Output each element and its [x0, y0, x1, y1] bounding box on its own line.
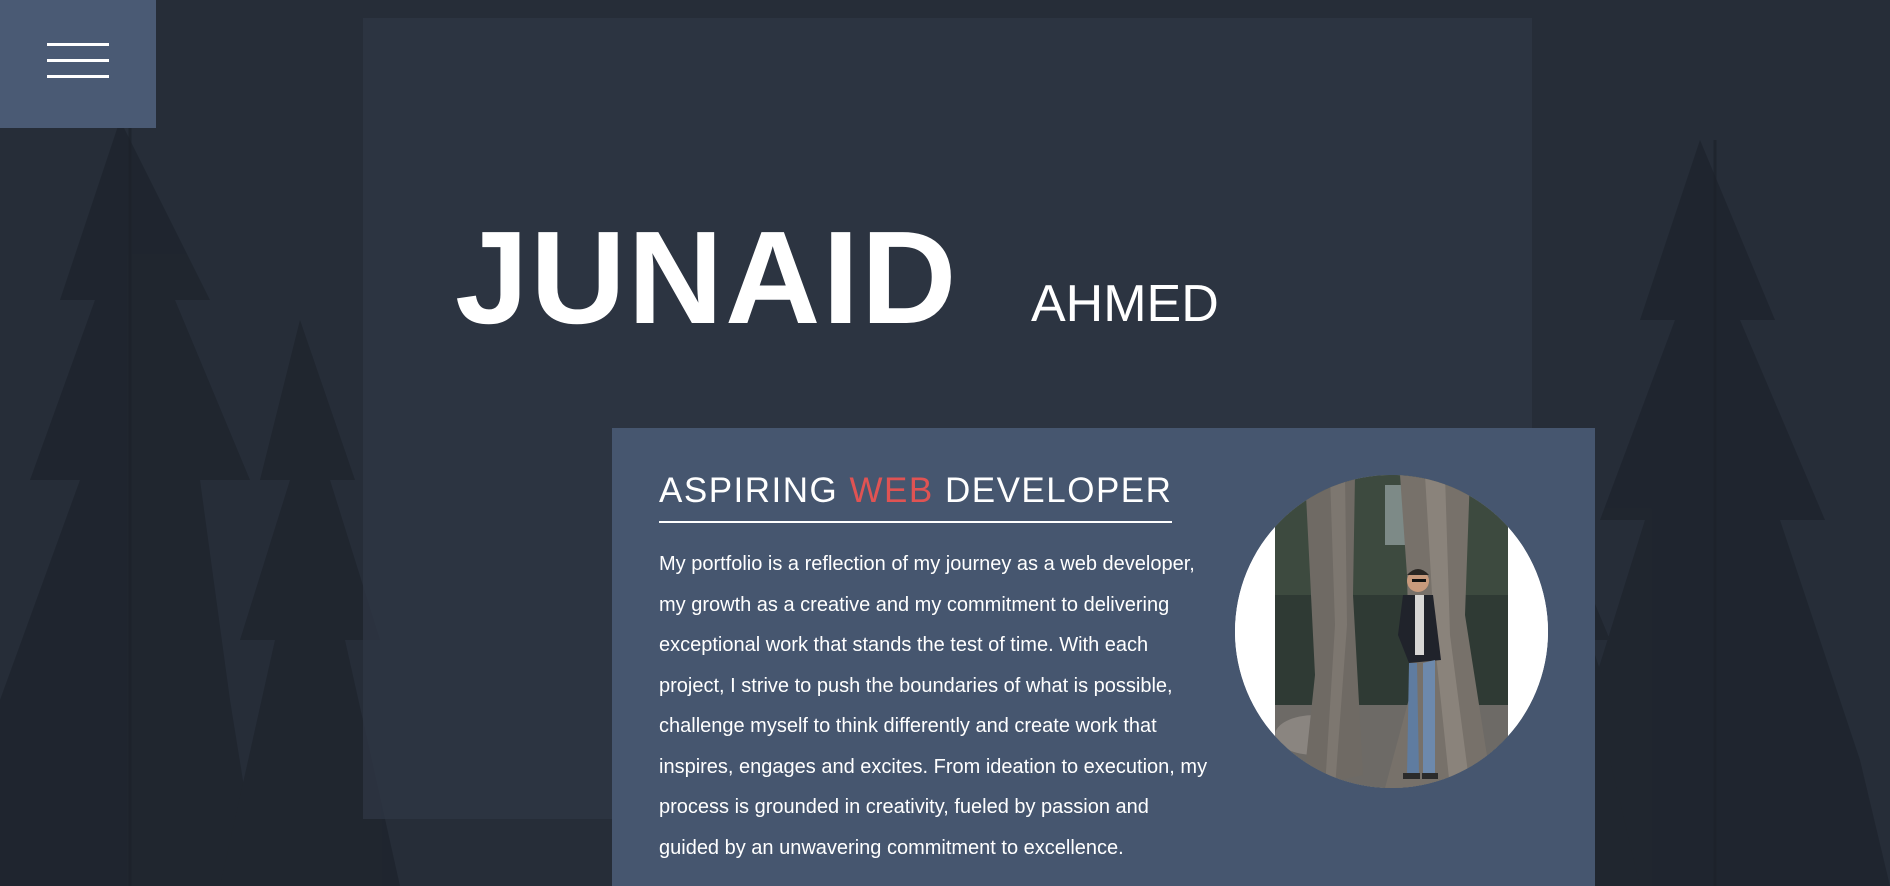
- profile-avatar: [1235, 475, 1548, 788]
- menu-button[interactable]: [0, 0, 156, 128]
- profile-photo: [1235, 475, 1548, 788]
- last-name-heading: AHMED: [1031, 275, 1219, 333]
- first-name-heading: JUNAID: [455, 204, 959, 351]
- hamburger-menu-icon-line: [47, 75, 109, 78]
- role-title: ASPIRING WEB DEVELOPER: [659, 471, 1173, 523]
- role-accent: WEB: [849, 471, 934, 510]
- hamburger-menu-icon: [47, 43, 109, 46]
- bio-text: My portfolio is a reflection of my journ…: [659, 553, 1208, 859]
- about-card: ASPIRING WEB DEVELOPER My portfolio is a…: [612, 428, 1595, 886]
- role-prefix: ASPIRING: [659, 471, 850, 510]
- hamburger-menu-icon-line: [47, 59, 109, 62]
- role-suffix: DEVELOPER: [933, 471, 1173, 510]
